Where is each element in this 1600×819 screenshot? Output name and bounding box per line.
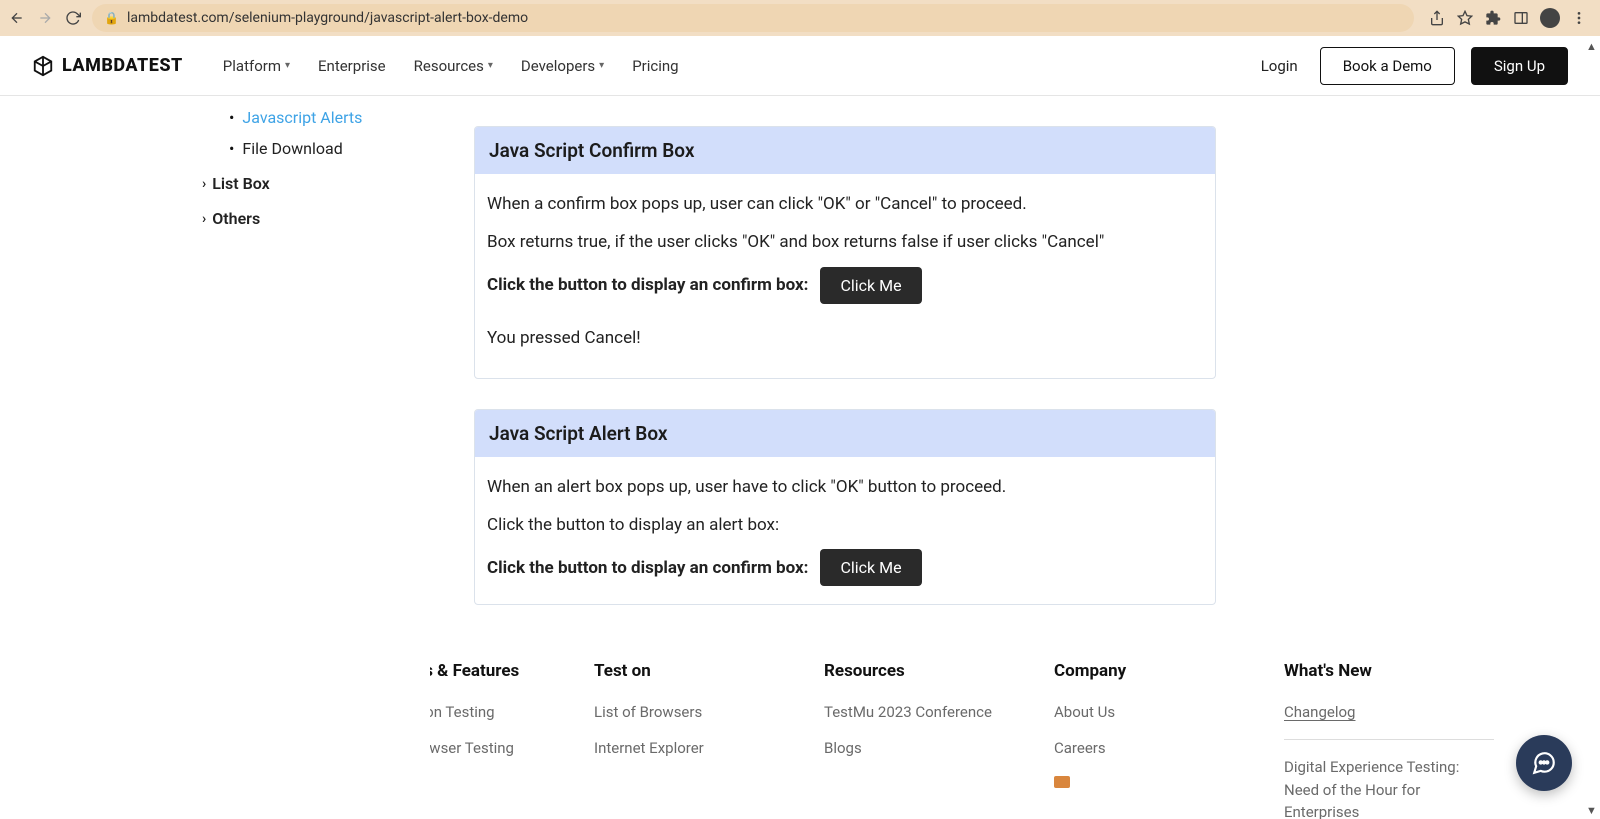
menu-platform[interactable]: Platform▾: [223, 57, 290, 75]
confirm-click-me-button[interactable]: Click Me: [820, 267, 921, 304]
url-text: lambdatest.com/selenium-playground/javas…: [127, 10, 528, 26]
menu-enterprise[interactable]: Enterprise: [318, 57, 386, 75]
card-text: When an alert box pops up, user have to …: [487, 471, 1203, 503]
back-icon[interactable]: [8, 9, 26, 27]
footer-link[interactable]: Blogs: [824, 739, 1034, 757]
brand-logo[interactable]: LAMBDATEST: [32, 55, 183, 77]
menu-pricing[interactable]: Pricing: [632, 57, 678, 75]
star-icon[interactable]: [1456, 9, 1474, 27]
action-prompt: Click the button to display an confirm b…: [487, 269, 808, 301]
scroll-up-icon[interactable]: ▲: [1586, 40, 1598, 53]
card-header: Java Script Alert Box: [475, 410, 1215, 457]
main-content: Java Script Confirm Box When a confirm b…: [430, 96, 1600, 819]
footer-test-on: Test on List of Browsers Internet Explor…: [594, 661, 804, 819]
lock-icon: 🔒: [104, 11, 119, 25]
kebab-menu-icon[interactable]: [1570, 9, 1588, 27]
card-text: Box returns true, if the user clicks "OK…: [487, 226, 1203, 258]
footer-link[interactable]: Careers: [1054, 739, 1264, 787]
chevron-down-icon: ▾: [599, 60, 604, 71]
card-text: Click the button to display an alert box…: [487, 509, 1203, 541]
sidebar-item-label: File Download: [242, 139, 342, 158]
book-demo-button[interactable]: Book a Demo: [1320, 47, 1455, 85]
footer: 📅 Book a Demo 🎧 Call us Products & Featu…: [430, 605, 1574, 819]
share-icon[interactable]: [1428, 9, 1446, 27]
action-prompt: Click the button to display an confirm b…: [487, 552, 808, 584]
footer-heading: Test on: [594, 661, 804, 681]
url-bar[interactable]: 🔒 lambdatest.com/selenium-playground/jav…: [92, 4, 1414, 32]
sidebar-item-file-download[interactable]: File Download: [200, 133, 430, 164]
sidebar-item-javascript-alerts[interactable]: Javascript Alerts: [200, 102, 430, 133]
sign-up-button[interactable]: Sign Up: [1471, 47, 1568, 85]
chevron-down-icon: ▾: [285, 60, 290, 71]
sidebar-group-others[interactable]: ›Others: [200, 199, 430, 234]
footer-company: Company About Us Careers: [1054, 661, 1264, 819]
menu-developers[interactable]: Developers▾: [521, 57, 604, 75]
footer-link[interactable]: Automation Testing: [430, 703, 574, 721]
confirm-box-card: Java Script Confirm Box When a confirm b…: [474, 126, 1216, 379]
footer-link[interactable]: Cross Browser Testing: [430, 739, 574, 757]
scroll-down-icon[interactable]: ▼: [1586, 804, 1598, 817]
card-header: Java Script Confirm Box: [475, 127, 1215, 174]
panel-icon[interactable]: [1512, 9, 1530, 27]
sidebar: Javascript Alerts File Download ›List Bo…: [0, 96, 430, 819]
divider: [1284, 739, 1494, 740]
chat-widget[interactable]: [1516, 735, 1572, 791]
chevron-down-icon: ▾: [488, 60, 493, 71]
reload-icon[interactable]: [64, 9, 82, 27]
footer-heading: What's New: [1284, 661, 1494, 681]
footer-link[interactable]: Changelog: [1284, 703, 1494, 721]
briefcase-icon: [1054, 776, 1070, 788]
card-text: When a confirm box pops up, user can cli…: [487, 188, 1203, 220]
browser-chrome: 🔒 lambdatest.com/selenium-playground/jav…: [0, 0, 1600, 36]
profile-avatar[interactable]: [1540, 8, 1560, 28]
alert-click-me-button[interactable]: Click Me: [820, 549, 921, 586]
sidebar-item-label: Javascript Alerts: [242, 108, 362, 127]
login-link[interactable]: Login: [1261, 57, 1298, 75]
sidebar-group-list-box[interactable]: ›List Box: [200, 164, 430, 199]
footer-whats-new: What's New Changelog Digital Experience …: [1284, 661, 1494, 819]
footer-link[interactable]: Digital Experience Testing: Need of the …: [1284, 756, 1494, 819]
footer-link[interactable]: Internet Explorer: [594, 739, 804, 757]
chevron-right-icon: ›: [202, 176, 206, 192]
footer-heading: Products & Features: [430, 661, 574, 681]
confirm-result-text: You pressed Cancel!: [487, 322, 1203, 354]
footer-heading: Resources: [824, 661, 1034, 681]
footer-link[interactable]: List of Browsers: [594, 703, 804, 721]
footer-heading: Company: [1054, 661, 1264, 681]
chevron-right-icon: ›: [202, 211, 206, 227]
footer-resources: Resources TestMu 2023 Conference Blogs: [824, 661, 1034, 819]
footer-link[interactable]: About Us: [1054, 703, 1264, 721]
forward-icon[interactable]: [36, 9, 54, 27]
alert-box-card: Java Script Alert Box When an alert box …: [474, 409, 1216, 606]
footer-products: Products & Features Automation Testing C…: [430, 661, 574, 819]
menu-resources[interactable]: Resources▾: [414, 57, 493, 75]
brand-text: LAMBDATEST: [62, 55, 183, 76]
footer-link[interactable]: TestMu 2023 Conference: [824, 703, 1034, 721]
top-navigation: LAMBDATEST Platform▾ Enterprise Resource…: [0, 36, 1600, 96]
extensions-icon[interactable]: [1484, 9, 1502, 27]
